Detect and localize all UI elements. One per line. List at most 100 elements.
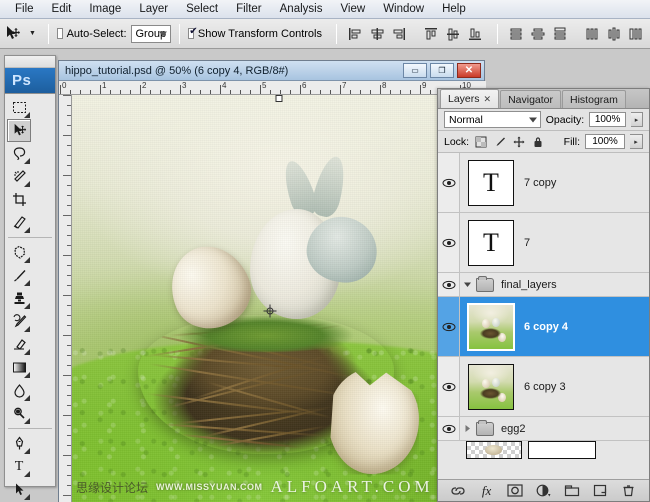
distribute-left-edges-icon[interactable] [582,24,602,44]
tab-histogram[interactable]: Histogram [562,90,626,108]
layers-list[interactable]: T 7 copy T 7 final_layers 6 copy 4 6 cop… [438,153,649,479]
distribute-top-edges-icon[interactable] [506,24,526,44]
distribute-right-edges-icon[interactable] [626,24,646,44]
layer-row-7[interactable]: T 7 [438,213,649,273]
auto-select-scope-dropdown[interactable]: Group [130,24,172,43]
fill-slider-arrow-icon[interactable]: ▸ [630,134,643,149]
brush-tool-icon[interactable] [7,264,31,287]
magic-wand-tool-icon[interactable] [7,165,31,188]
chevron-down-icon [159,31,168,36]
align-top-edges-icon[interactable] [421,24,441,44]
dodge-tool-icon[interactable] [7,402,31,425]
layer-row-6-copy-3[interactable]: 6 copy 3 [438,357,649,417]
layer-group-row-egg2[interactable]: egg2 [438,417,649,441]
layer-visibility-toggle[interactable] [438,357,460,416]
tools-panel-grip[interactable] [5,56,55,68]
clone-stamp-tool-icon[interactable] [7,287,31,310]
layer-thumbnail[interactable] [467,302,515,351]
ruler-tick [67,125,71,126]
menu-item-layer[interactable]: Layer [130,1,177,17]
close-icon[interactable]: ✕ [484,94,492,105]
layer-row-6-copy-4[interactable]: 6 copy 4 [438,297,649,357]
layer-thumbnail[interactable]: T [468,159,514,206]
move-tool-icon[interactable] [4,23,21,45]
show-transform-controls-checkbox[interactable] [188,26,197,39]
layer-visibility-toggle[interactable] [438,153,460,212]
blur-tool-icon[interactable] [7,379,31,402]
rectangular-marquee-tool-icon[interactable] [7,96,31,119]
history-brush-tool-icon[interactable] [7,310,31,333]
menu-item-analysis[interactable]: Analysis [271,1,332,17]
transform-handle-top[interactable] [275,95,282,102]
group-collapse-chevron-right-icon[interactable] [460,424,474,433]
link-layers-icon[interactable] [449,483,467,499]
layer-visibility-toggle[interactable] [438,417,460,440]
transform-center-marker[interactable] [263,304,277,318]
group-expand-chevron-down-icon[interactable] [460,280,474,289]
menu-item-window[interactable]: Window [374,1,433,17]
minimize-icon[interactable]: ▭ [403,63,427,78]
layer-group-row-final-layers[interactable]: final_layers [438,273,649,297]
lasso-tool-icon[interactable] [7,142,31,165]
eraser-tool-icon[interactable] [7,333,31,356]
menu-item-help[interactable]: Help [433,1,475,17]
layer-thumbnail[interactable]: T [468,219,514,266]
blend-mode-dropdown[interactable]: Normal [444,111,541,128]
menu-item-edit[interactable]: Edit [43,1,81,17]
restore-icon[interactable]: ❐ [430,63,454,78]
distribute-vertical-centers-icon[interactable] [528,24,548,44]
align-left-edges-icon[interactable] [345,24,365,44]
opacity-slider-arrow-icon[interactable]: ▸ [631,112,643,127]
patch-tool-icon[interactable] [7,241,31,264]
distribute-bottom-edges-icon[interactable] [550,24,570,44]
new-layer-icon[interactable] [591,483,609,499]
pen-tool-icon[interactable] [7,432,31,455]
tool-preset-chevron-down-icon[interactable]: ▼ [25,30,40,37]
menu-item-filter[interactable]: Filter [227,1,271,17]
horizontal-ruler[interactable]: 0 1 2 3 4 5 6 7 8 9 10 [59,81,486,95]
lock-image-pixels-icon[interactable] [493,135,506,148]
menu-item-select[interactable]: Select [177,1,227,17]
document-canvas[interactable]: 思缘设计论坛 WWW.MISSYUAN.COM ALFOART.COM [72,95,485,502]
lock-all-icon[interactable] [531,135,544,148]
layer-row-partial[interactable] [438,441,649,459]
document-title-bar[interactable]: hippo_tutorial.psd @ 50% (6 copy 4, RGB/… [59,61,484,81]
gradient-tool-icon[interactable] [7,356,31,379]
menu-item-image[interactable]: Image [80,1,130,17]
new-group-icon[interactable] [563,483,581,499]
layer-style-fx-icon[interactable]: fx [478,483,496,499]
tab-navigator[interactable]: Navigator [500,90,562,108]
lock-position-icon[interactable] [512,135,525,148]
add-layer-mask-icon[interactable] [506,483,524,499]
path-selection-tool-icon[interactable] [7,478,31,501]
close-icon[interactable]: ✕ [457,63,481,78]
layer-thumbnail[interactable] [466,441,522,459]
align-horizontal-centers-icon[interactable] [367,24,387,44]
layer-visibility-toggle[interactable] [438,297,460,356]
slice-tool-icon[interactable] [7,211,31,234]
auto-select-checkbox[interactable] [56,28,63,39]
menu-item-view[interactable]: View [331,1,374,17]
new-adjustment-layer-icon[interactable] [534,483,552,499]
crop-tool-icon[interactable] [7,188,31,211]
layer-mask-thumbnail[interactable] [528,441,596,459]
opacity-input[interactable]: 100% [589,112,627,127]
align-right-edges-icon[interactable] [389,24,409,44]
menu-item-file[interactable]: File [6,1,43,17]
align-bottom-edges-icon[interactable] [465,24,485,44]
layer-thumbnail[interactable] [468,363,514,410]
fill-input[interactable]: 100% [585,134,625,149]
move-tool-icon-toolbar[interactable] [7,119,31,142]
layer-visibility-toggle[interactable] [438,213,460,272]
flyout-triangle-icon [24,372,30,378]
lock-transparent-pixels-icon[interactable] [474,135,487,148]
align-vertical-centers-icon[interactable] [443,24,463,44]
layer-row-7-copy[interactable]: T 7 copy [438,153,649,213]
horizontal-type-tool-icon[interactable]: T [7,455,31,478]
tab-layers[interactable]: Layers ✕ [440,89,500,108]
delete-layer-icon[interactable] [620,483,638,499]
vertical-ruler[interactable] [59,95,72,502]
layer-visibility-toggle[interactable] [438,273,460,296]
ruler-tick [67,385,71,386]
distribute-horizontal-centers-icon[interactable] [604,24,624,44]
